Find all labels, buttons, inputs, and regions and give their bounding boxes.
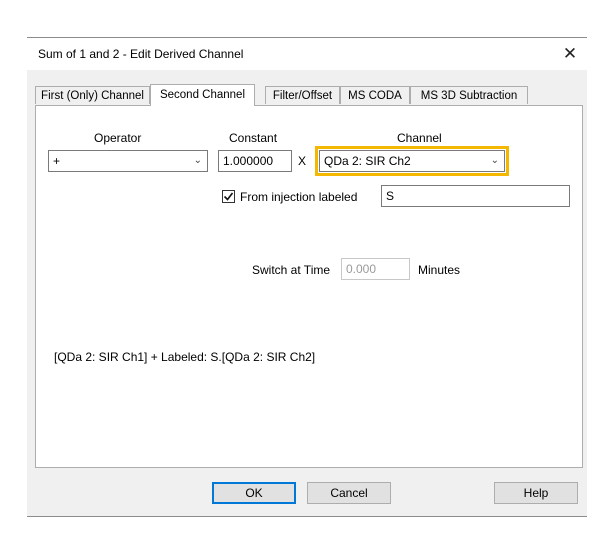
- edit-derived-channel-dialog: Sum of 1 and 2 - Edit Derived Channel ✕ …: [27, 37, 587, 517]
- from-injection-label: From injection labeled: [240, 190, 358, 204]
- tab-ms-3d-subtraction[interactable]: MS 3D Subtraction: [410, 86, 528, 104]
- checkmark-icon: [223, 192, 234, 201]
- window-title: Sum of 1 and 2 - Edit Derived Channel: [38, 47, 244, 61]
- tab-second-channel[interactable]: Second Channel: [150, 84, 255, 106]
- tab-strip: First (Only) Channel Second Channel Filt…: [35, 84, 583, 106]
- constant-label: Constant: [229, 131, 278, 145]
- multiply-sign: X: [298, 154, 307, 168]
- chevron-down-icon: ⌄: [490, 155, 499, 166]
- channel-label: Channel: [397, 131, 442, 145]
- help-button[interactable]: Help: [494, 482, 578, 504]
- channel-select[interactable]: QDa 2: SIR Ch2 ⌄: [319, 150, 505, 172]
- switch-time-input[interactable]: 0.000: [341, 258, 410, 280]
- chevron-down-icon: ⌄: [193, 155, 202, 166]
- second-channel-panel: Operator + ⌄ Constant 1.000000 X Channel…: [35, 105, 583, 468]
- minutes-label: Minutes: [418, 263, 461, 277]
- tab-ms-coda[interactable]: MS CODA: [340, 86, 410, 104]
- ok-button[interactable]: OK: [212, 482, 296, 504]
- expression-text: [QDa 2: SIR Ch1] + Labeled: S.[QDa 2: SI…: [54, 350, 316, 364]
- tab-first-channel[interactable]: First (Only) Channel: [35, 86, 150, 104]
- channel-value: QDa 2: SIR Ch2: [324, 154, 411, 168]
- close-icon[interactable]: ✕: [553, 38, 587, 70]
- constant-input[interactable]: 1.000000: [218, 150, 292, 172]
- operator-value: +: [53, 154, 61, 168]
- cancel-button[interactable]: Cancel: [307, 482, 391, 504]
- title-bar: Sum of 1 and 2 - Edit Derived Channel ✕: [27, 38, 587, 70]
- operator-label: Operator: [94, 131, 142, 145]
- injection-label-input[interactable]: S: [381, 185, 570, 207]
- operator-select[interactable]: + ⌄: [48, 150, 208, 172]
- from-injection-checkbox[interactable]: [222, 190, 235, 203]
- tab-filter-offset[interactable]: Filter/Offset: [265, 86, 340, 104]
- switch-at-time-label: Switch at Time: [252, 263, 331, 277]
